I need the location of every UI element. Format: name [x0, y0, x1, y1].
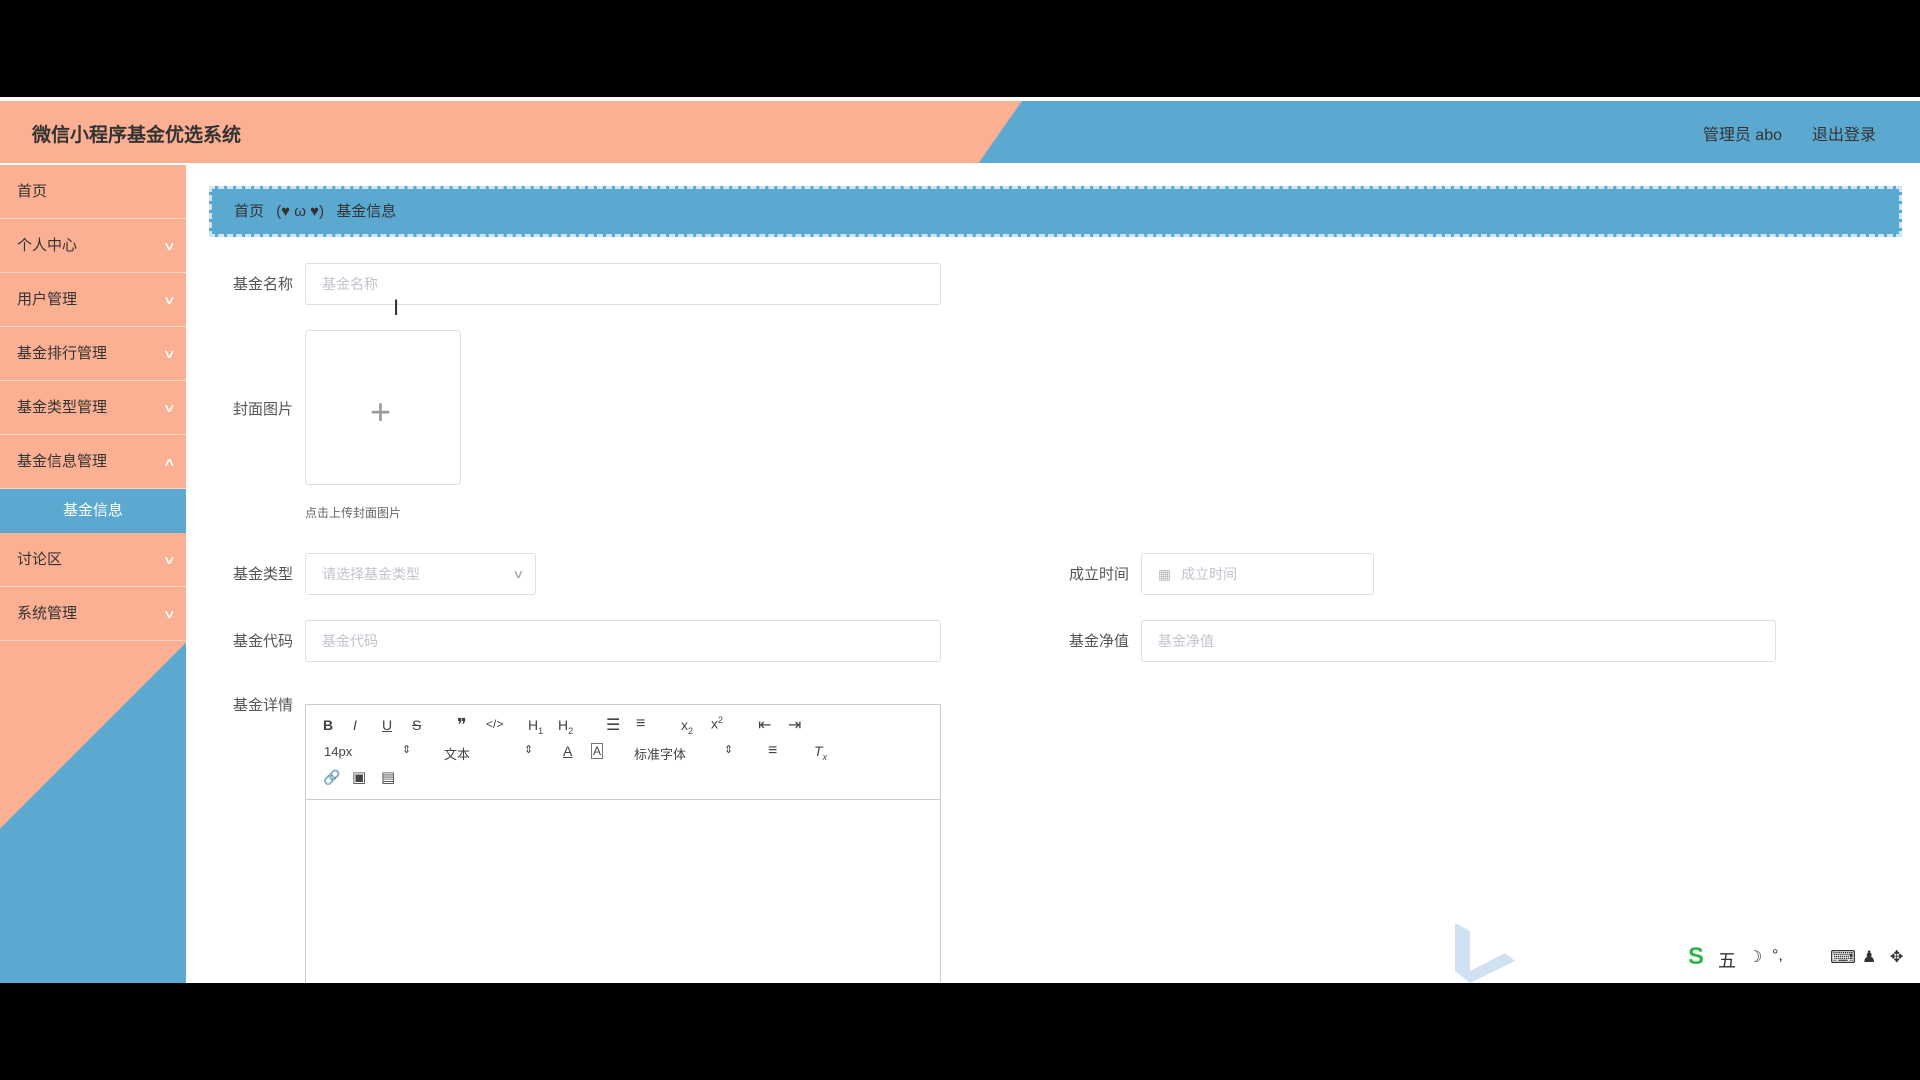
sidebar-item-label: 基金类型管理: [17, 399, 108, 416]
chevron-down-icon: ∨: [163, 553, 177, 567]
sidebar-subitem-fund-info[interactable]: 基金信息: [0, 489, 186, 533]
established-date-label: 成立时间: [1068, 566, 1129, 583]
rich-text-editor: B I U S ❞ </> H1 H2 ☰ ≡ x2 x2 ⇤ ⇥ 14px ⇕…: [305, 704, 941, 983]
sidebar-item-fund-ranking[interactable]: 基金排行管理 ∨: [0, 327, 186, 381]
strikethrough-icon[interactable]: S: [412, 717, 421, 733]
chevron-down-icon: ∨: [163, 347, 177, 361]
link-icon[interactable]: 🔗: [323, 769, 340, 786]
editor-content-area[interactable]: [306, 800, 940, 983]
cover-upload-box[interactable]: +: [305, 330, 461, 485]
bold-icon[interactable]: B: [323, 717, 333, 733]
bullet-list-icon[interactable]: ≡: [636, 715, 645, 733]
cover-image-label: 封面图片: [232, 401, 293, 418]
fund-type-label: 基金类型: [232, 566, 293, 583]
video-icon[interactable]: ▤: [381, 768, 395, 786]
sidebar-item-label: 系统管理: [17, 605, 78, 622]
sidebar-item-fund-info[interactable]: 基金信息管理 ∧: [0, 435, 186, 489]
breadcrumb-home[interactable]: 首页: [234, 203, 264, 220]
font-color-icon[interactable]: A: [563, 743, 572, 759]
align-left-icon[interactable]: ≡: [768, 742, 777, 760]
user-icon[interactable]: ♟: [1862, 947, 1876, 967]
sidebar-item-home[interactable]: 首页: [0, 165, 186, 219]
punctuation-icon[interactable]: °,: [1772, 947, 1783, 965]
sidebar-item-user-management[interactable]: 用户管理 ∨: [0, 273, 186, 327]
indent-icon[interactable]: ⇥: [788, 715, 801, 735]
chevron-up-icon: ∧: [163, 455, 177, 469]
updown-icon: ⇕: [402, 744, 412, 756]
sidebar-item-system[interactable]: 系统管理 ∨: [0, 587, 186, 641]
sidebar-item-label: 基金信息管理: [17, 453, 108, 470]
established-date-picker[interactable]: ▦ 成立时间: [1141, 553, 1374, 595]
font-size-select[interactable]: 14px: [324, 744, 352, 759]
ime-logo-icon[interactable]: S: [1688, 943, 1704, 971]
text-cursor-icon: I: [393, 295, 400, 320]
chevron-down-icon: ∨: [512, 567, 525, 581]
chevron-down-icon: ∨: [163, 239, 177, 253]
logout-link[interactable]: 退出登录: [1812, 121, 1876, 145]
top-header: 微信小程序基金优选系统 管理员 abo 退出登录: [0, 101, 1920, 163]
ime-mode-label[interactable]: 五: [1718, 947, 1736, 973]
established-date-placeholder: 成立时间: [1181, 566, 1238, 582]
italic-icon[interactable]: I: [353, 717, 357, 733]
fund-name-input[interactable]: 基金名称: [305, 263, 941, 305]
sidebar-item-label: 基金排行管理: [17, 345, 108, 362]
breadcrumb: 首页 (♥ ω ♥) 基金信息: [209, 186, 1902, 237]
admin-user-label: 管理员 abo: [1702, 127, 1782, 144]
sidebar-item-label: 首页: [17, 183, 48, 200]
chevron-down-icon: ∨: [163, 401, 177, 415]
outdent-icon[interactable]: ⇤: [758, 715, 771, 735]
block-type-select[interactable]: 文本: [444, 744, 470, 763]
breadcrumb-separator: (♥ ω ♥): [276, 203, 325, 220]
editor-toolbar: B I U S ❞ </> H1 H2 ☰ ≡ x2 x2 ⇤ ⇥ 14px ⇕…: [306, 705, 940, 800]
subscript-icon[interactable]: x2: [681, 717, 693, 736]
fund-type-select[interactable]: 请选择基金类型 ∨: [305, 553, 536, 595]
image-icon[interactable]: ▣: [352, 768, 366, 786]
watermark-logo-icon: [1455, 923, 1515, 983]
heading1-icon[interactable]: H1: [528, 717, 543, 736]
plus-icon: +: [370, 391, 392, 432]
fund-nav-input[interactable]: 基金净值: [1141, 620, 1776, 662]
updown-icon: ⇕: [524, 744, 534, 756]
ordered-list-icon[interactable]: ☰: [606, 715, 620, 735]
background-color-icon[interactable]: A: [591, 743, 604, 759]
fund-detail-label: 基金详情: [232, 697, 293, 714]
fund-nav-label: 基金净值: [1068, 633, 1129, 650]
chevron-down-icon: ∨: [163, 607, 177, 621]
fund-type-placeholder: 请选择基金类型: [322, 566, 420, 582]
sidebar-item-label: 个人中心: [17, 237, 78, 254]
heading2-icon[interactable]: H2: [558, 717, 573, 736]
clear-format-icon[interactable]: Tx: [814, 743, 827, 762]
sidebar-item-label: 用户管理: [17, 291, 78, 308]
fund-name-label: 基金名称: [232, 276, 293, 293]
ime-toolbar: S 五 ☽ °, ⌨ ♟ ✥: [1686, 943, 1920, 977]
underline-icon[interactable]: U: [382, 717, 392, 733]
apps-icon[interactable]: ✥: [1890, 947, 1903, 967]
app-window: 微信小程序基金优选系统 管理员 abo 退出登录 首页 个人中心 ∨ 用户管理 …: [0, 97, 1920, 983]
sidebar-item-personal-center[interactable]: 个人中心 ∨: [0, 219, 186, 273]
code-block-icon[interactable]: </>: [486, 717, 503, 731]
sidebar-item-label: 讨论区: [17, 551, 63, 568]
breadcrumb-current: 基金信息: [336, 203, 397, 220]
sidebar-item-forum[interactable]: 讨论区 ∨: [0, 533, 186, 587]
blockquote-icon[interactable]: ❞: [457, 715, 467, 736]
calendar-icon: ▦: [1158, 566, 1172, 582]
superscript-icon[interactable]: x2: [711, 715, 723, 732]
keyboard-icon[interactable]: ⌨: [1830, 947, 1856, 968]
sidebar-item-fund-type[interactable]: 基金类型管理 ∨: [0, 381, 186, 435]
sidebar: 首页 个人中心 ∨ 用户管理 ∨ 基金排行管理 ∨ 基金类型管理 ∨ 基金信息管…: [0, 165, 186, 983]
chevron-down-icon: ∨: [163, 293, 177, 307]
app-title: 微信小程序基金优选系统: [32, 125, 242, 146]
moon-icon[interactable]: ☽: [1748, 947, 1762, 967]
updown-icon: ⇕: [724, 744, 734, 756]
font-family-select[interactable]: 标准字体: [634, 744, 686, 763]
fund-code-label: 基金代码: [232, 633, 293, 650]
fund-code-input[interactable]: 基金代码: [305, 620, 941, 662]
cover-upload-hint: 点击上传封面图片: [305, 506, 402, 520]
